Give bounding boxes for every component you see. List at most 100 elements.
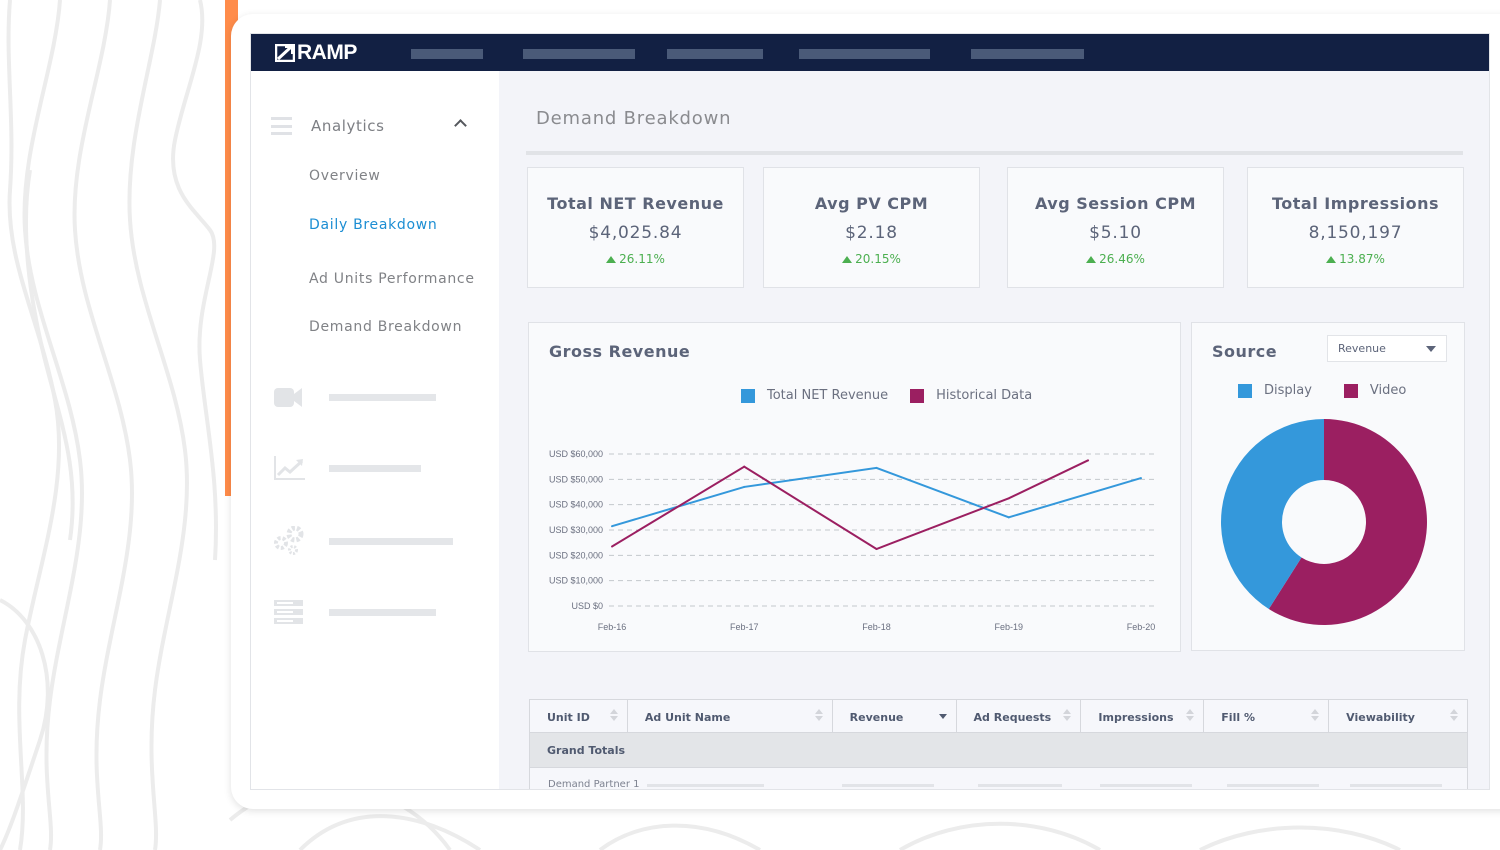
divider xyxy=(526,151,1463,155)
data-point[interactable] xyxy=(611,545,613,548)
data-point[interactable] xyxy=(1140,477,1142,480)
cell-placeholder xyxy=(1100,784,1192,787)
y-tick-label: USD $20,000 xyxy=(549,550,603,560)
sidebar: Analytics Overview Daily Breakdown Ad Un… xyxy=(251,71,499,789)
sidebar-item-daily-breakdown[interactable]: Daily Breakdown xyxy=(309,217,438,233)
sidebar-section-label: Analytics xyxy=(311,117,385,135)
y-tick-label: USD $0 xyxy=(571,601,603,611)
column-header-fill[interactable]: Fill % xyxy=(1204,700,1330,733)
main-content: Demand Breakdown Total NET Revenue $4,02… xyxy=(499,71,1489,790)
column-header-label: Fill % xyxy=(1221,711,1255,724)
nav-item-3[interactable] xyxy=(667,49,763,59)
video-camera-icon xyxy=(274,388,302,407)
column-header-ad-unit-name[interactable]: Ad Unit Name xyxy=(628,700,833,733)
sidebar-item-settings[interactable] xyxy=(273,526,473,555)
sidebar-item-inventory[interactable] xyxy=(273,598,473,626)
top-navbar: RAMP xyxy=(251,34,1489,71)
arrow-up-icon xyxy=(1086,255,1097,263)
cell-placeholder xyxy=(1227,784,1319,787)
nav-item-2[interactable] xyxy=(523,49,635,59)
sort-icon[interactable] xyxy=(1063,709,1072,723)
donut-chart xyxy=(1221,419,1427,625)
y-tick-label: USD $30,000 xyxy=(549,525,603,535)
column-header-label: Impressions xyxy=(1098,711,1174,724)
kpi-delta: 26.11% xyxy=(528,252,743,266)
kpi-value: $2.18 xyxy=(845,223,898,243)
kpi-value: $4,025.84 xyxy=(588,223,683,243)
column-header-label: Ad Unit Name xyxy=(644,711,731,724)
data-table: Unit ID Ad Unit Name Revenue Ad Requests Imp… xyxy=(529,699,1468,790)
menu-icon xyxy=(271,117,292,135)
page-title: Demand Breakdown xyxy=(536,108,732,129)
data-point[interactable] xyxy=(611,525,613,528)
sort-icon[interactable] xyxy=(1311,709,1320,723)
sort-icon[interactable] xyxy=(1186,709,1195,723)
kpi-label: Avg Session CPM xyxy=(1034,194,1196,213)
data-point[interactable] xyxy=(1007,516,1010,519)
kpi-label: Avg PV CPM xyxy=(814,194,929,213)
nav-item-5[interactable] xyxy=(971,49,1084,59)
arrow-up-icon xyxy=(606,255,617,263)
sidebar-item-reports[interactable] xyxy=(273,454,473,482)
column-header-label: Viewability xyxy=(1346,711,1415,724)
chevron-up-icon[interactable] xyxy=(454,119,467,132)
sort-icon[interactable] xyxy=(609,709,618,723)
sidebar-item-placeholder xyxy=(329,537,453,545)
data-point[interactable] xyxy=(1087,459,1090,462)
x-tick-label: Feb-19 xyxy=(994,622,1023,632)
column-header-label: Revenue xyxy=(849,711,904,724)
ramp-logo-icon xyxy=(275,43,295,62)
y-tick-label: USD $10,000 xyxy=(549,576,603,586)
grand-totals-row: Grand Totals xyxy=(530,733,1467,768)
column-header-revenue[interactable]: Revenue xyxy=(833,700,957,733)
column-header-viewability[interactable]: Viewability xyxy=(1329,700,1467,733)
cell-placeholder xyxy=(842,784,934,787)
column-header-impressions[interactable]: Impressions xyxy=(1081,700,1205,733)
sidebar-item-ad-units-performance[interactable]: Ad Units Performance xyxy=(309,271,475,287)
column-header-unit-id[interactable]: Unit ID xyxy=(530,700,628,733)
y-tick-label: USD $50,000 xyxy=(549,474,603,484)
column-header-ad-requests[interactable]: Ad Requests xyxy=(957,700,1082,733)
gross-revenue-card: Gross Revenue Total NET Revenue Historic… xyxy=(528,322,1181,652)
sort-icon[interactable] xyxy=(1450,709,1459,723)
kpi-card-avg-session-cpm: Avg Session CPM $5.10 26.46% xyxy=(1007,167,1224,288)
gears-icon xyxy=(274,526,304,555)
kpi-card-avg-pv-cpm: Avg PV CPM $2.18 20.15% xyxy=(763,167,980,288)
arrow-up-icon xyxy=(842,255,853,263)
row-label: Demand Partner 1 xyxy=(548,779,640,790)
nav-item-1[interactable] xyxy=(411,49,483,59)
x-tick-label: Feb-20 xyxy=(1127,622,1156,632)
y-tick-label: USD $60,000 xyxy=(549,449,603,459)
data-point[interactable] xyxy=(1007,497,1010,500)
cell-placeholder xyxy=(978,784,1062,787)
x-tick-label: Feb-18 xyxy=(862,622,891,632)
sidebar-item-demand-breakdown[interactable]: Demand Breakdown xyxy=(309,319,462,335)
cell-placeholder xyxy=(647,784,764,787)
ramp-logo[interactable]: RAMP xyxy=(275,40,357,65)
table-header: Unit ID Ad Unit Name Revenue Ad Requests Imp… xyxy=(530,700,1467,733)
series-line-total-net-revenue[interactable] xyxy=(611,466,1142,528)
brand-name: RAMP xyxy=(297,40,357,64)
sidebar-item-placeholder xyxy=(329,608,436,616)
sidebar-item-video[interactable] xyxy=(273,383,473,411)
x-tick-label: Feb-17 xyxy=(730,622,759,632)
cell-placeholder xyxy=(1350,784,1442,787)
kpi-card-net-revenue: Total NET Revenue $4,025.84 26.11% xyxy=(527,167,744,288)
nav-item-4[interactable] xyxy=(799,49,930,59)
kpi-value: $5.10 xyxy=(1089,223,1142,243)
table-row[interactable]: Demand Partner 1 xyxy=(530,769,1467,790)
x-tick-label: Feb-16 xyxy=(598,622,627,632)
data-point[interactable] xyxy=(875,548,878,550)
data-point[interactable] xyxy=(743,485,746,488)
data-point[interactable] xyxy=(875,466,878,469)
kpi-delta-value: 26.11% xyxy=(619,252,665,266)
sidebar-item-placeholder xyxy=(329,464,421,472)
sort-descending-icon[interactable] xyxy=(938,714,947,719)
sort-icon[interactable] xyxy=(814,709,823,723)
data-point[interactable] xyxy=(743,465,746,468)
kpi-delta: 13.87% xyxy=(1248,252,1463,266)
kpi-card-total-impressions: Total Impressions 8,150,197 13.87% xyxy=(1247,167,1464,288)
sidebar-section-analytics[interactable]: Analytics xyxy=(271,113,481,139)
kpi-delta: 20.15% xyxy=(764,252,979,266)
sidebar-item-overview[interactable]: Overview xyxy=(309,168,381,184)
